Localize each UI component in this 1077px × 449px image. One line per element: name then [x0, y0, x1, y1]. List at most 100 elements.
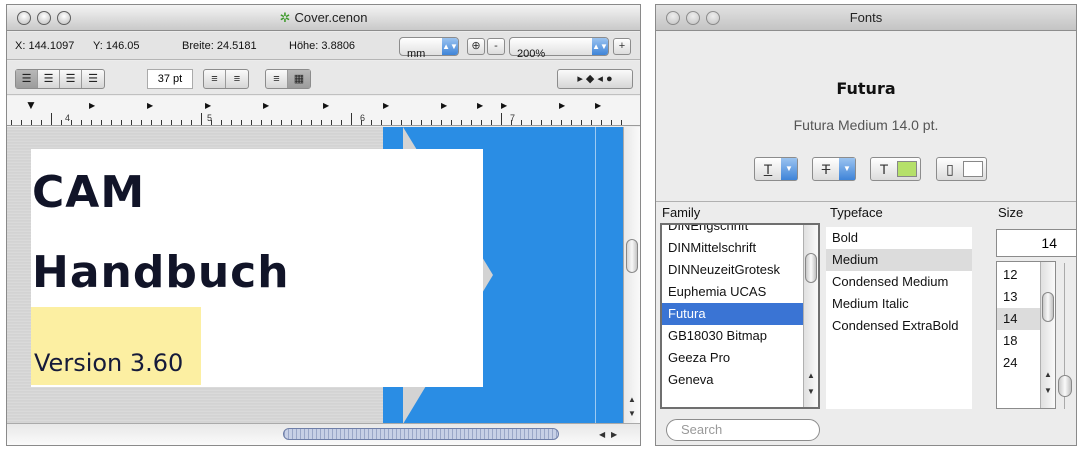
- size-scroll-thumb[interactable]: [1042, 292, 1054, 322]
- document-color-button[interactable]: ▯: [936, 157, 987, 181]
- typeface-list-item[interactable]: Medium: [826, 249, 972, 271]
- document-icon: ▯: [946, 160, 954, 177]
- align-right-icon[interactable]: ☰: [82, 70, 104, 88]
- tab-stop-marker[interactable]: ▶: [383, 101, 389, 110]
- ruler-tick: [401, 120, 402, 125]
- scroll-up-icon[interactable]: ▲: [807, 371, 815, 380]
- height-readout: Höhe: 3.8806: [289, 40, 356, 52]
- ruler-tick: [321, 120, 322, 125]
- doc-titlebar[interactable]: ✲ Cover.cenon: [7, 5, 640, 31]
- ruler-tick: [451, 120, 452, 125]
- magnify-icon[interactable]: ⊕: [467, 38, 485, 55]
- lock-group: ≡ ▦: [265, 69, 311, 89]
- tab-stops-icon[interactable]: ▸ ◆ ◂ ●: [558, 70, 632, 88]
- family-list-item[interactable]: DINNeuzeitGrotesk: [662, 259, 818, 281]
- family-scroll-thumb[interactable]: [805, 253, 817, 283]
- ruler-tick: [391, 120, 392, 125]
- scroll-up-icon[interactable]: ▲: [1044, 370, 1052, 379]
- size-header: Size: [998, 205, 1024, 220]
- family-header: Family: [662, 205, 701, 220]
- typeface-header: Typeface: [830, 205, 883, 220]
- scroll-down-icon[interactable]: ▼: [628, 409, 636, 418]
- ruler-tick: [171, 120, 172, 125]
- search-input[interactable]: Search: [666, 419, 820, 441]
- typeface-list-item[interactable]: Medium Italic: [826, 293, 972, 315]
- ruler-tick: [261, 120, 262, 125]
- text-lock-icon[interactable]: ≡: [266, 70, 288, 88]
- cover-title-line2[interactable]: Handbuch: [32, 247, 290, 298]
- strikethrough-button[interactable]: T ▼: [812, 157, 856, 181]
- scroll-up-icon[interactable]: ▲: [628, 395, 636, 404]
- family-scrollbar[interactable]: ▲ ▼: [803, 225, 818, 407]
- family-list-item[interactable]: Geneva: [662, 369, 818, 391]
- tab-stop-marker[interactable]: ▶: [89, 101, 95, 110]
- ruler-tick: [341, 120, 342, 125]
- text-color-button[interactable]: T: [870, 157, 921, 181]
- scroll-left-icon[interactable]: ◀: [599, 430, 605, 439]
- document-canvas[interactable]: CAM Handbuch Version 3.60: [7, 127, 623, 424]
- tab-stop-marker[interactable]: ▶: [205, 101, 211, 110]
- ruler-tick: [281, 120, 282, 125]
- scroll-down-icon[interactable]: ▼: [807, 387, 815, 396]
- tab-stop-marker[interactable]: ▶: [477, 101, 483, 110]
- tab-stop-marker[interactable]: ▶: [559, 101, 565, 110]
- tab-stop-marker[interactable]: ▶: [501, 101, 507, 110]
- ruler-tick: [611, 120, 612, 125]
- zoom-select[interactable]: 200% ▲▼: [509, 37, 609, 60]
- typeface-list[interactable]: Bold Medium Condensed Medium Medium Italic C…: [826, 227, 972, 409]
- family-list-item[interactable]: Geeza Pro: [662, 347, 818, 369]
- family-list-item[interactable]: DINEngschrift: [662, 225, 818, 237]
- family-list-item[interactable]: Futura: [662, 303, 818, 325]
- underline-button[interactable]: T ▼: [754, 157, 798, 181]
- fonts-titlebar[interactable]: Fonts: [656, 5, 1076, 31]
- left-indent-marker[interactable]: ▼: [25, 98, 37, 112]
- tab-stop-group: ▸ ◆ ◂ ●: [557, 69, 633, 89]
- ruler-tick: [81, 120, 82, 125]
- text-color-icon: T: [879, 161, 889, 177]
- size-list[interactable]: 12 13 14 18 24 ▲ ▼: [996, 261, 1056, 409]
- font-size-field[interactable]: 37 pt: [147, 69, 193, 89]
- tab-stop-marker[interactable]: ▶: [263, 101, 269, 110]
- size-scrollbar[interactable]: ▲ ▼: [1040, 262, 1055, 408]
- ruler-tick: [521, 120, 522, 125]
- tab-stop-marker[interactable]: ▶: [147, 101, 153, 110]
- ruler-tick: [441, 120, 442, 125]
- typeface-list-item[interactable]: Condensed Medium: [826, 271, 972, 293]
- align-left-icon[interactable]: ☰: [16, 70, 38, 88]
- align-center-icon[interactable]: ☰: [38, 70, 60, 88]
- ruler-tick: [471, 120, 472, 125]
- ruler-tick: [51, 113, 52, 125]
- unit-select[interactable]: mm ▲▼: [399, 37, 459, 60]
- paragraph-spacing-icon[interactable]: ≡: [226, 70, 248, 88]
- scroll-down-icon[interactable]: ▼: [1044, 386, 1052, 395]
- typeface-list-item[interactable]: Bold: [826, 227, 972, 249]
- family-list-item[interactable]: DINMittelschrift: [662, 237, 818, 259]
- alignment-group: ☰ ☰ ☰ ☰: [15, 69, 105, 89]
- line-spacing-icon[interactable]: ≡: [204, 70, 226, 88]
- locked-icon[interactable]: ▦: [288, 70, 310, 88]
- version-label[interactable]: Version 3.60: [34, 349, 183, 377]
- horizontal-ruler[interactable]: ▼ 4 5 6 7 ▶ ▶ ▶ ▶ ▶ ▶ ▶ ▶ ▶ ▶ ▶: [7, 96, 640, 126]
- family-list-item[interactable]: GB18030 Bitmap: [662, 325, 818, 347]
- vertical-scroll-thumb[interactable]: [626, 239, 638, 273]
- family-list-item[interactable]: Euphemia UCAS: [662, 281, 818, 303]
- ruler-tick: [421, 120, 422, 125]
- size-slider[interactable]: [1058, 263, 1074, 409]
- horizontal-scrollbar[interactable]: ◀ ▶: [7, 423, 640, 445]
- vertical-scrollbar[interactable]: ▲ ▼: [623, 127, 640, 424]
- typeface-list-item[interactable]: Condensed ExtraBold: [826, 315, 972, 337]
- tab-stop-marker[interactable]: ▶: [595, 101, 601, 110]
- family-list[interactable]: DINEngschrift DINMittelschrift DINNeuzeitG…: [660, 223, 820, 409]
- zoom-in-button[interactable]: +: [613, 38, 631, 55]
- cover-title-line1[interactable]: CAM: [32, 167, 145, 218]
- tab-stop-marker[interactable]: ▶: [441, 101, 447, 110]
- align-justify-icon[interactable]: ☰: [60, 70, 82, 88]
- ruler-tick: [591, 120, 592, 125]
- horizontal-scroll-thumb[interactable]: [283, 428, 559, 440]
- size-slider-thumb[interactable]: [1058, 375, 1072, 397]
- zoom-out-button[interactable]: -: [487, 38, 505, 55]
- tab-stop-marker[interactable]: ▶: [323, 101, 329, 110]
- scroll-right-icon[interactable]: ▶: [611, 430, 617, 439]
- size-field[interactable]: 14: [996, 229, 1076, 257]
- ruler-tick: [621, 120, 622, 125]
